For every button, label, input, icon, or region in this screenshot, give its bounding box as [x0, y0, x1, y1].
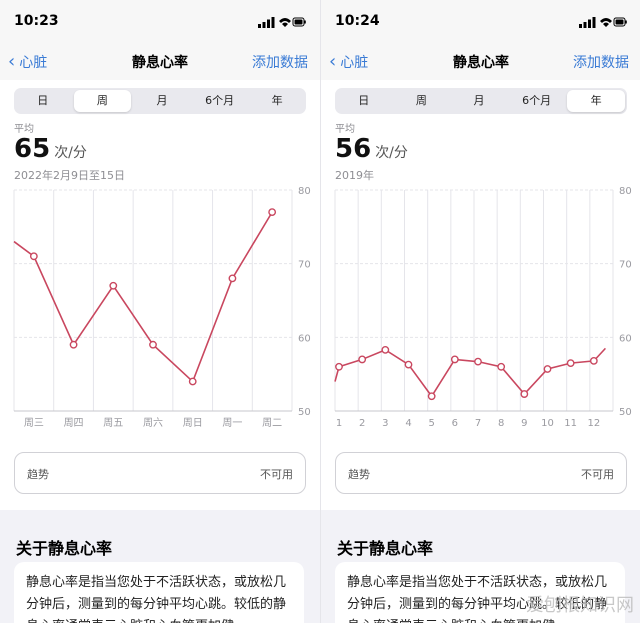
series-line [13, 211, 273, 383]
y-tick-label: 80 [298, 186, 311, 197]
average-label: 平均 [14, 124, 34, 135]
date-range: 2022年2月9日至15日 [14, 169, 125, 182]
x-tick-label: 周六 [143, 417, 163, 429]
segment-2[interactable]: 月 [133, 88, 191, 114]
average-value: 65 次/分 [14, 134, 87, 164]
data-point [358, 355, 367, 364]
chart-card: 日周月 6个月年 平均 65 次/分 2022年2月9日至15日 80 70 60 50 周… [0, 80, 320, 510]
x-tick-label: 周一 [222, 417, 242, 429]
data-point [497, 362, 506, 371]
trend-label: 趋势 [348, 468, 370, 481]
x-tick-label: 周二 [262, 417, 282, 429]
panel-week: 10:23 ‹ 心脏 静息心率 添加数据 日周月 6个月年 平均 65 次/分 202… [0, 0, 320, 623]
add-data-button[interactable]: 添加数据 [252, 52, 308, 72]
x-tick-label: 4 [405, 418, 411, 429]
x-tick-label: 周五 [103, 417, 123, 429]
data-point [188, 377, 197, 386]
y-tick-label: 80 [619, 186, 632, 197]
data-point [520, 390, 529, 398]
panel-year: 10:24 ‹ 心脏 静息心率 添加数据 日周月 6个月年 平均 56 次/分 201… [320, 0, 640, 623]
add-data-button[interactable]: 添加数据 [573, 52, 629, 72]
average-number: 65 [14, 134, 51, 164]
data-point [543, 365, 552, 373]
data-point [228, 274, 237, 283]
segment-0[interactable]: 日 [335, 88, 393, 114]
y-tick-label: 50 [619, 407, 632, 418]
segment-4[interactable]: 年 [248, 88, 306, 114]
status-icons [258, 17, 306, 28]
trend-value: 不可用 [260, 468, 293, 481]
status-time: 10:23 [14, 13, 59, 29]
y-tick-label: 70 [298, 260, 311, 271]
trend-row[interactable]: 趋势 不可用 [14, 452, 306, 494]
average-value: 56 次/分 [335, 134, 408, 164]
trend-row[interactable]: 趋势 不可用 [335, 452, 627, 494]
segment-3[interactable]: 6个月 [191, 88, 249, 114]
x-tick-label: 周三 [24, 417, 44, 429]
about-heading: 关于静息心率 [337, 539, 434, 558]
data-point [589, 357, 598, 365]
segment-1[interactable]: 周 [73, 90, 132, 112]
heart-rate-chart[interactable]: 807060501 2 3 4 5 6 7 8 9 10 11 12 [321, 185, 640, 435]
segmented-control: 日周月 6个月年 [335, 88, 627, 114]
nav-bar: ‹ 心脏 静息心率 添加数据 [0, 42, 320, 80]
about-text: 静息心率是指当您处于不活跃状态，或放松几分钟后，测量到的每分钟平均心跳。较低的静… [26, 575, 287, 623]
status-time: 10:24 [335, 13, 380, 29]
segment-1[interactable]: 周 [393, 88, 451, 114]
average-unit: 次/分 [54, 145, 87, 161]
x-tick-label: 2 [359, 418, 365, 429]
x-tick-label: 周四 [64, 417, 84, 429]
x-tick-label: 6 [452, 418, 458, 429]
data-point [566, 359, 575, 368]
data-point [474, 357, 482, 366]
heart-rate-chart[interactable]: 80 70 60 50 周三 周四 周五 周六 周日 周一 周二 [0, 185, 320, 435]
data-point [69, 340, 78, 349]
data-point [427, 392, 436, 401]
y-tick-label: 70 [619, 260, 632, 271]
data-point [450, 355, 459, 364]
data-point [109, 281, 118, 290]
x-tick-label: 12 [587, 418, 600, 429]
data-point [268, 208, 277, 216]
data-point [29, 252, 38, 261]
segment-4[interactable]: 年 [567, 90, 625, 112]
x-tick-label: 5 [428, 418, 434, 429]
x-tick-label: 1 [336, 418, 342, 429]
trend-value: 不可用 [581, 468, 614, 481]
segment-2[interactable]: 月 [450, 88, 508, 114]
segment-3[interactable]: 6个月 [508, 88, 566, 114]
about-heading: 关于静息心率 [16, 539, 113, 558]
segment-0[interactable]: 日 [14, 88, 72, 114]
data-point [149, 340, 157, 349]
status-icons [579, 17, 627, 28]
x-tick-label: 8 [498, 418, 504, 429]
data-point [381, 345, 390, 354]
about-card: 静息心率是指当您处于不活跃状态，或放松几分钟后，测量到的每分钟平均心跳。较低的静… [14, 562, 304, 623]
chart-card: 日周月 6个月年 平均 56 次/分 2019年 80 70 60 50 1 2 3 4 5 6 7 8 9… [321, 80, 640, 510]
x-tick-label: 10 [541, 418, 554, 429]
average-label: 平均 [335, 124, 355, 135]
date-range: 2019年 [335, 169, 374, 182]
x-tick-label: 周日 [183, 417, 203, 429]
status-bar: 10:24 [321, 0, 640, 42]
x-tick-label: 11 [564, 418, 577, 429]
segmented-control: 日周月 6个月年 [14, 88, 306, 114]
screenshot-pair: 10:23 ‹ 心脏 静息心率 添加数据 日周月 6个月年 平均 65 次/分 202… [0, 0, 640, 623]
series-line [334, 347, 607, 398]
x-tick-label: 9 [521, 418, 527, 429]
x-tick-label: 3 [382, 418, 388, 429]
data-point [335, 362, 343, 371]
average-number: 56 [335, 134, 372, 164]
status-bar: 10:23 [0, 0, 320, 42]
average-unit: 次/分 [375, 145, 408, 161]
data-point [404, 360, 413, 369]
watermark: 爱刨根知识网 [526, 595, 634, 616]
nav-bar: ‹ 心脏 静息心率 添加数据 [321, 42, 640, 80]
y-tick-label: 60 [298, 333, 311, 344]
y-tick-label: 50 [298, 407, 311, 418]
x-tick-label: 7 [475, 418, 481, 429]
y-tick-label: 60 [619, 333, 632, 344]
trend-label: 趋势 [27, 468, 49, 481]
